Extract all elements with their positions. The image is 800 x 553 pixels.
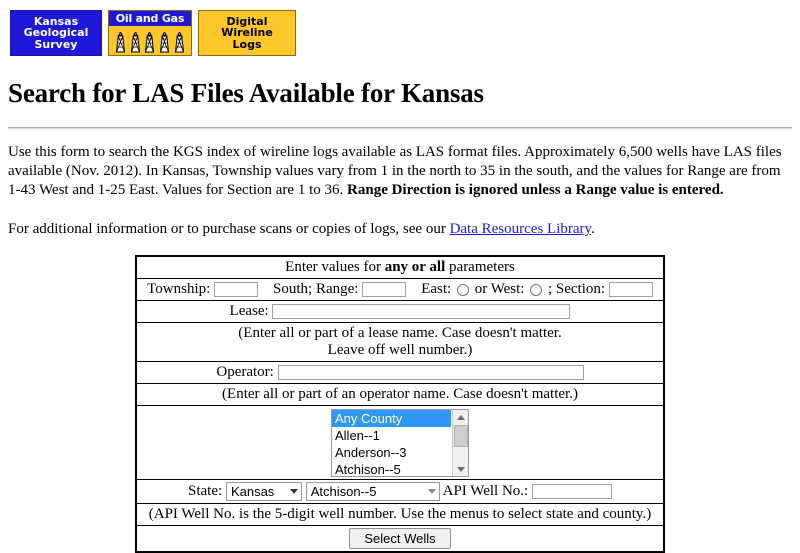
lease-help-line-2: Leave off well number.)	[327, 342, 473, 358]
county-option-anderson[interactable]: Anderson--3	[332, 444, 451, 461]
state-label: State:	[188, 482, 223, 499]
scroll-down-button[interactable]	[453, 462, 468, 476]
operator-row: Operator:	[135, 361, 665, 384]
county-option-allen[interactable]: Allen--1	[332, 427, 451, 444]
location-cell: Township: South; Range: East: or West: ;…	[135, 278, 665, 301]
oil-derrick-icon	[144, 32, 155, 54]
intro-paragraph: Use this form to search the KGS index of…	[8, 143, 792, 200]
lease-help-cell: (Enter all or part of a lease name. Case…	[135, 322, 665, 362]
lease-input[interactable]	[272, 304, 571, 320]
chevron-down-icon	[427, 489, 436, 494]
operator-label: Operator:	[216, 364, 274, 380]
lease-cell: Lease:	[135, 300, 665, 323]
county-option-atchison[interactable]: Atchison--5	[332, 461, 451, 476]
form-header-cell: Enter values for any or all parameters	[135, 255, 665, 279]
data-resources-library-link[interactable]: Data Resources Library	[450, 221, 591, 237]
county-listbox-scrollbar[interactable]	[452, 410, 468, 476]
intro-bold-note: Range Direction is ignored unless a Rang…	[347, 182, 724, 198]
chevron-up-icon	[457, 414, 465, 420]
county-list-row: Any County Allen--1 Anderson--3 Atchison…	[135, 405, 665, 480]
state-county-api-cell: State: Kansas Atchison--5 API Well No.:	[135, 479, 665, 504]
county-option-list[interactable]: Any County Allen--1 Anderson--3 Atchison…	[332, 410, 451, 476]
county-select[interactable]: Atchison--5	[305, 482, 440, 501]
digital-wireline-logs-banner[interactable]: Digital Wireline Logs	[198, 10, 296, 56]
oil-derrick-icon	[130, 32, 141, 54]
submit-cell: Select Wells	[135, 525, 665, 553]
county-select-value: Atchison--5	[310, 484, 377, 499]
state-county-api-row: State: Kansas Atchison--5 API Well No.:	[135, 479, 665, 504]
resources-paragraph: For additional information or to purchas…	[8, 220, 792, 239]
derrick-icon-group	[109, 26, 191, 55]
chevron-down-icon	[457, 466, 465, 472]
kgs-logo-banner[interactable]: Kansas Geological Survey	[10, 10, 102, 56]
county-option-any[interactable]: Any County	[332, 410, 451, 427]
submit-row: Select Wells	[135, 525, 665, 553]
township-label: Township:	[147, 281, 211, 297]
chevron-down-icon	[289, 489, 298, 494]
resources-text: For additional information or to purchas…	[8, 221, 450, 237]
kgs-logo-line-3: Survey	[34, 37, 78, 51]
scrollbar-thumb[interactable]	[454, 425, 468, 447]
oil-and-gas-banner[interactable]: Oil and Gas	[108, 10, 192, 56]
form-header-after: parameters	[445, 259, 515, 275]
page-title: Search for LAS Files Available for Kansa…	[8, 78, 484, 108]
lease-row: Lease:	[135, 300, 665, 323]
operator-input[interactable]	[277, 365, 584, 381]
operator-cell: Operator:	[135, 361, 665, 384]
select-wells-button[interactable]: Select Wells	[349, 528, 451, 549]
east-label: East:	[421, 281, 452, 297]
lease-help-row: (Enter all or part of a lease name. Case…	[135, 322, 665, 362]
api-well-no-label: API Well No.:	[442, 482, 529, 499]
oil-derrick-icon	[174, 32, 185, 54]
form-header-before: Enter values for	[285, 259, 385, 275]
api-help-text: (API Well No. is the 5-digit well number…	[148, 506, 652, 522]
township-input[interactable]	[214, 282, 259, 298]
lease-help-line-1: (Enter all or part of a lease name. Case…	[238, 325, 562, 341]
title-divider	[8, 127, 792, 129]
page-root: Kansas Geological Survey Oil and Gas Dig…	[0, 0, 800, 553]
lease-label: Lease:	[229, 303, 269, 319]
scroll-up-button[interactable]	[453, 410, 468, 424]
section-input[interactable]	[608, 282, 653, 298]
dwl-line-3: Logs	[232, 37, 262, 51]
section-label: ; Section:	[547, 281, 606, 297]
state-select-value: Kansas	[230, 484, 275, 499]
search-form-table: Enter values for any or all parameters T…	[135, 255, 665, 553]
range-input[interactable]	[362, 282, 407, 298]
state-select[interactable]: Kansas	[225, 482, 302, 501]
operator-help-row: (Enter all or part of an operator name. …	[135, 383, 665, 406]
operator-help-cell: (Enter all or part of an operator name. …	[135, 383, 665, 406]
county-listbox[interactable]: Any County Allen--1 Anderson--3 Atchison…	[331, 409, 469, 477]
banner-row: Kansas Geological Survey Oil and Gas Dig…	[10, 10, 792, 56]
location-row: Township: South; Range: East: or West: ;…	[135, 278, 665, 301]
search-form-wrapper: Enter values for any or all parameters T…	[8, 255, 792, 553]
oil-and-gas-label: Oil and Gas	[109, 11, 191, 26]
operator-help-text: (Enter all or part of an operator name. …	[222, 386, 578, 402]
api-help-row: (API Well No. is the 5-digit well number…	[135, 503, 665, 526]
oil-derrick-icon	[159, 32, 170, 54]
range-label: South; Range:	[273, 281, 359, 297]
range-direction-west-radio[interactable]	[530, 283, 543, 296]
api-help-cell: (API Well No. is the 5-digit well number…	[135, 503, 665, 526]
or-west-label: or West:	[474, 281, 525, 297]
range-direction-east-radio[interactable]	[456, 283, 469, 296]
county-list-cell: Any County Allen--1 Anderson--3 Atchison…	[135, 405, 665, 480]
form-header-row: Enter values for any or all parameters	[135, 255, 665, 279]
form-header-bold: any or all	[384, 259, 446, 275]
oil-derrick-icon	[115, 32, 126, 54]
api-well-no-input[interactable]	[531, 484, 612, 499]
resources-text-end: .	[591, 221, 595, 237]
